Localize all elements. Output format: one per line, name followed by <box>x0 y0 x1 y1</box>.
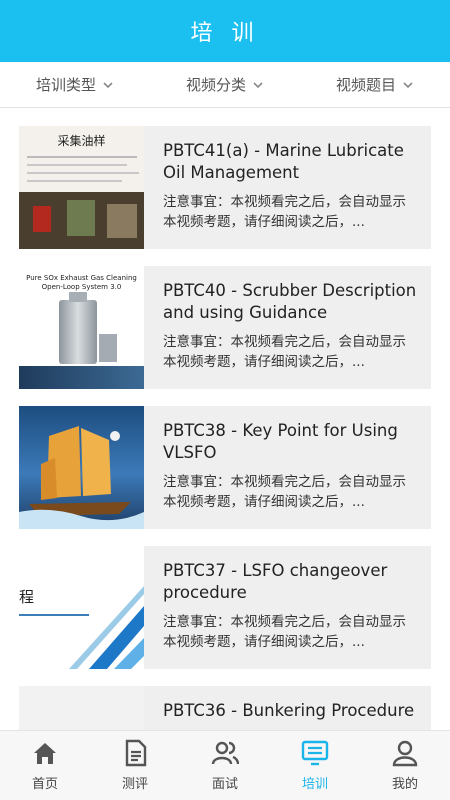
filter-label: 视频题目 <box>335 76 396 94</box>
video-info: PBTC36 - Bunkering Procedure <box>144 686 431 730</box>
sailing-ship-image <box>19 426 144 529</box>
nav-label: 培训 <box>301 777 328 792</box>
video-card[interactable]: Pure SOx Exhaust Gas Cleaning Open-Loop … <box>19 266 431 389</box>
home-icon <box>34 743 56 764</box>
video-title: PBTC37 - LSFO changeover procedure <box>163 561 388 602</box>
nav-training[interactable]: 培训 <box>270 731 360 800</box>
filter-label: 视频分类 <box>185 76 246 94</box>
video-thumbnail: 采集油样 <box>19 126 144 249</box>
video-card[interactable]: PBTC36 - Bunkering Procedure <box>19 686 431 730</box>
video-info: PBTC40 - Scrubber Description and using … <box>144 266 431 389</box>
filter-bar: 培训类型 视频分类 视频题目 <box>0 62 450 108</box>
chevron-down-icon <box>403 81 413 88</box>
chevron-down-icon <box>253 81 263 88</box>
page-title: 培 训 <box>190 21 260 46</box>
nav-label: 面试 <box>211 777 238 792</box>
nav-label: 测评 <box>121 777 148 792</box>
video-card[interactable]: 采集油样 PBTC41(a) - Marine Lubricate Oil Ma… <box>19 126 431 249</box>
document-icon <box>125 739 147 767</box>
filter-training-type[interactable]: 培训类型 <box>0 62 150 107</box>
video-thumbnail <box>19 686 144 730</box>
thumbnail-caption: Pure SOx Exhaust Gas Cleaning Open-Loop … <box>26 274 137 291</box>
nav-label: 我的 <box>391 777 418 792</box>
filter-video-category[interactable]: 视频分类 <box>150 62 300 107</box>
nav-profile[interactable]: 我的 <box>360 731 450 800</box>
nav-home[interactable]: 首页 <box>0 731 90 800</box>
video-title: PBTC36 - Bunkering Procedure <box>163 701 415 720</box>
video-thumbnail <box>19 406 144 529</box>
nav-assessment[interactable]: 测评 <box>90 731 180 800</box>
video-card[interactable]: 程 PBTC37 - LSFO changeover procedure 注意事… <box>19 546 431 669</box>
video-info: PBTC38 - Key Point for Using VLSFO 注意事宜：… <box>144 406 431 529</box>
nav-label: 首页 <box>31 777 58 792</box>
thumbnail-caption: 采集油样 <box>57 134 106 148</box>
video-thumbnail: 程 <box>19 546 144 669</box>
video-info: PBTC37 - LSFO changeover procedure 注意事宜：… <box>144 546 431 669</box>
video-description: 注意事宜：本视频看完之后，会自动显示本视频考题，请仔细阅读之后，... <box>163 194 406 230</box>
filter-video-topic[interactable]: 视频题目 <box>300 62 450 107</box>
chevron-down-icon <box>103 81 113 88</box>
training-icon <box>301 740 329 766</box>
user-icon <box>392 740 418 767</box>
bottom-navigation: 首页 测评 面试 培训 我的 <box>0 730 450 800</box>
app-header: 培 训 <box>0 0 450 62</box>
filter-label: 培训类型 <box>35 76 96 94</box>
video-title: PBTC41(a) - Marine Lubricate Oil Managem… <box>163 141 404 182</box>
video-title: PBTC38 - Key Point for Using VLSFO <box>163 421 398 462</box>
video-info: PBTC41(a) - Marine Lubricate Oil Managem… <box>144 126 431 249</box>
video-thumbnail: Pure SOx Exhaust Gas Cleaning Open-Loop … <box>19 266 144 389</box>
video-description: 注意事宜：本视频看完之后，会自动显示本视频考题，请仔细阅读之后，... <box>163 334 406 370</box>
video-title: PBTC40 - Scrubber Description and using … <box>163 281 417 322</box>
video-card[interactable]: PBTC38 - Key Point for Using VLSFO 注意事宜：… <box>19 406 431 529</box>
video-description: 注意事宜：本视频看完之后，会自动显示本视频考题，请仔细阅读之后，... <box>163 474 406 510</box>
nav-interview[interactable]: 面试 <box>180 731 270 800</box>
users-icon <box>211 741 239 765</box>
video-description: 注意事宜：本视频看完之后，会自动显示本视频考题，请仔细阅读之后，... <box>163 614 406 650</box>
slide-stripes-image <box>69 586 144 669</box>
video-list[interactable]: 采集油样 PBTC41(a) - Marine Lubricate Oil Ma… <box>0 108 450 730</box>
